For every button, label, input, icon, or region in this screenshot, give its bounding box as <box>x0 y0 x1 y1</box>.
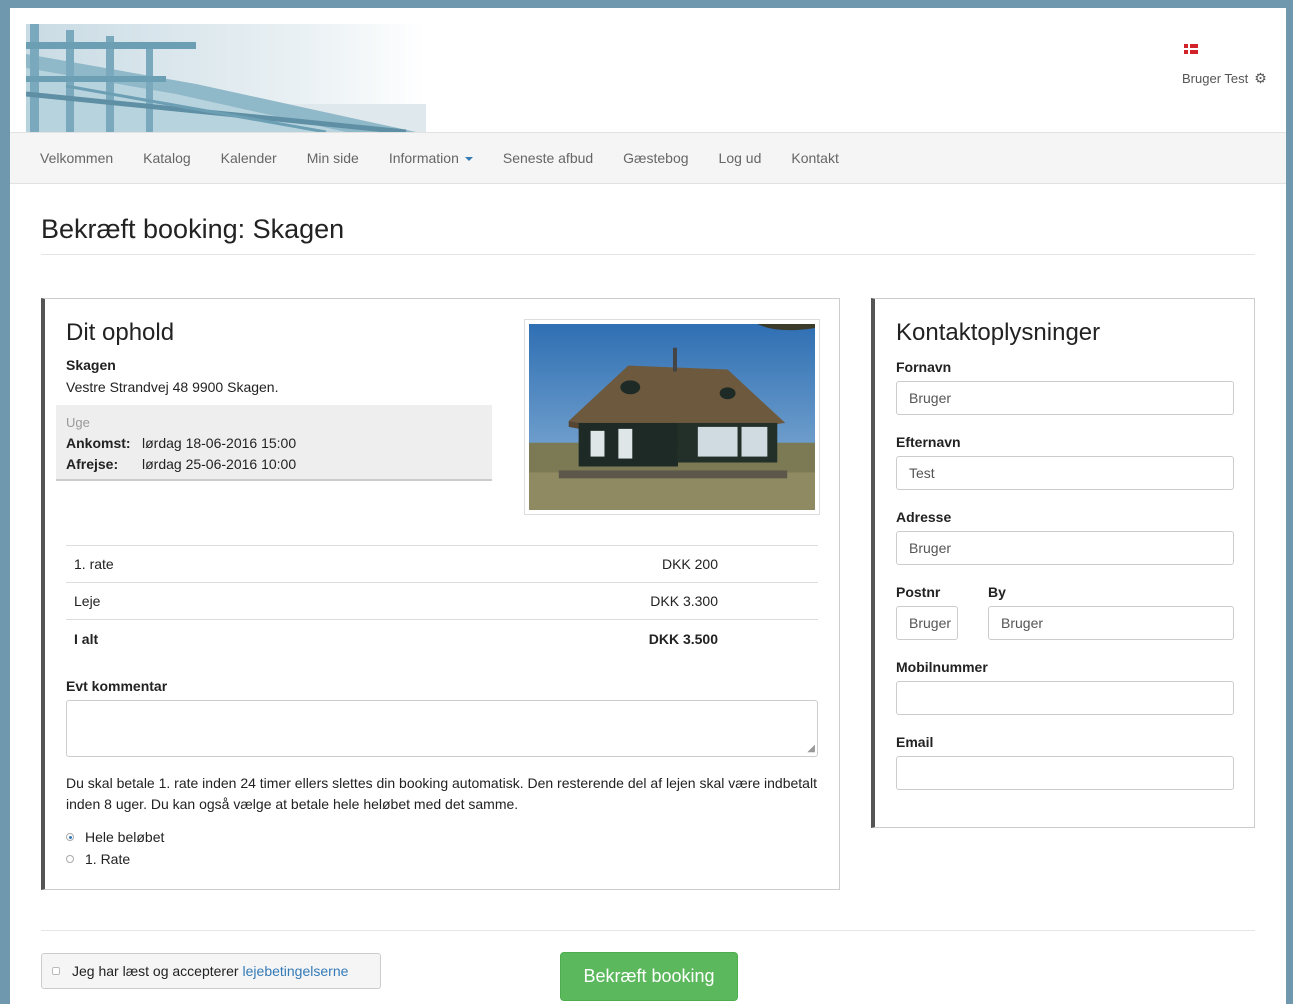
zip-input[interactable]: Bruger <box>896 606 958 640</box>
terms-text: Jeg har læst og accepterer <box>72 963 239 979</box>
nav-item-kontakt[interactable]: Kontakt <box>776 150 853 166</box>
price-row-rate: 1. rate DKK 200 <box>66 546 818 583</box>
site-header: Bruger Test ⚙ <box>10 8 1286 132</box>
arrival-row: Ankomst: lørdag 18-06-2016 15:00 <box>66 435 296 451</box>
user-name: Bruger Test <box>1182 71 1249 86</box>
nav-item-log-ud[interactable]: Log ud <box>704 150 777 166</box>
email-label: Email <box>896 734 934 750</box>
page-frame: Bruger Test ⚙ Velkommen Katalog Kalender… <box>10 8 1286 1004</box>
stay-panel: Dit ophold Skagen Vestre Strandvej 48 99… <box>41 298 840 890</box>
comment-textarea[interactable]: ◢ <box>66 700 818 757</box>
departure-value: lørdag 25-06-2016 10:00 <box>142 456 297 472</box>
nav-item-seneste-afbud[interactable]: Seneste afbud <box>488 150 608 166</box>
radio-full[interactable] <box>66 833 74 841</box>
main-navbar: Velkommen Katalog Kalender Min side Info… <box>10 132 1286 184</box>
first-name-label: Fornavn <box>896 359 952 375</box>
price-label: Leje <box>74 593 101 609</box>
address-label: Adresse <box>896 509 952 525</box>
terms-checkbox[interactable] <box>52 967 60 975</box>
user-menu[interactable]: Bruger Test ⚙ <box>1182 70 1267 87</box>
first-name-input[interactable]: Bruger <box>896 381 1234 415</box>
email-input[interactable] <box>896 756 1234 790</box>
zip-label: Postnr <box>896 584 941 600</box>
price-row-rent: Leje DKK 3.300 <box>66 583 818 620</box>
house-illustration <box>529 324 815 510</box>
nav-item-gaestebog[interactable]: Gæstebog <box>608 150 703 166</box>
terms-checkbox-row[interactable]: Jeg har læst og accepterer lejebetingels… <box>41 953 381 989</box>
property-address: Vestre Strandvej 48 9900 Skagen. <box>66 379 279 395</box>
contact-heading: Kontaktoplysninger <box>896 319 1101 346</box>
departure-label: Afrejse: <box>66 456 119 472</box>
price-label: I alt <box>74 630 99 647</box>
nav-item-information[interactable]: Information <box>374 150 488 166</box>
title-divider <box>41 254 1255 255</box>
price-row-total: I alt DKK 3.500 <box>66 620 818 657</box>
denmark-flag-icon[interactable] <box>1184 44 1198 54</box>
period-label: Uge <box>66 415 90 430</box>
resize-grip-icon[interactable]: ◢ <box>807 743 815 754</box>
caret-down-icon <box>464 157 473 162</box>
nav-item-kalender[interactable]: Kalender <box>206 150 292 166</box>
nav-item-information-label: Information <box>388 150 459 166</box>
price-amount: DKK 3.300 <box>650 593 718 609</box>
nav-item-velkommen[interactable]: Velkommen <box>25 150 128 166</box>
price-amount: DKK 3.500 <box>648 630 718 647</box>
arrival-value: lørdag 18-06-2016 15:00 <box>142 435 297 451</box>
price-amount: DKK 200 <box>661 556 718 572</box>
property-photo <box>524 319 820 515</box>
gear-icon[interactable]: ⚙ <box>1254 70 1267 87</box>
radio-option-full[interactable]: Hele beløbet <box>66 829 164 845</box>
contact-panel: Kontaktoplysninger Fornavn Bruger Eftern… <box>871 298 1255 828</box>
price-table: 1. rate DKK 200 Leje DKK 3.300 I alt DKK… <box>66 545 818 657</box>
price-label: 1. rate <box>74 556 114 572</box>
city-label: By <box>988 584 1006 600</box>
nav-item-katalog[interactable]: Katalog <box>128 150 205 166</box>
last-name-input[interactable]: Test <box>896 456 1234 490</box>
arrival-label: Ankomst: <box>66 435 131 451</box>
radio-rate[interactable] <box>66 855 74 863</box>
radio-option-rate[interactable]: 1. Rate <box>66 851 130 867</box>
nav-item-min-side[interactable]: Min side <box>292 150 374 166</box>
mobile-input[interactable] <box>896 681 1234 715</box>
footer-divider <box>41 930 1255 931</box>
page-title: Bekræft booking: Skagen <box>41 214 345 244</box>
stay-heading: Dit ophold <box>66 319 175 346</box>
radio-rate-label: 1. Rate <box>85 851 131 867</box>
confirm-booking-button[interactable]: Bekræft booking <box>560 952 738 1001</box>
last-name-label: Efternavn <box>896 434 961 450</box>
terms-link[interactable]: lejebetingelserne <box>243 963 349 979</box>
comment-label: Evt kommentar <box>66 678 168 694</box>
address-input[interactable]: Bruger <box>896 531 1234 565</box>
mobile-label: Mobilnummer <box>896 659 988 675</box>
radio-full-label: Hele beløbet <box>85 829 165 845</box>
departure-row: Afrejse: lørdag 25-06-2016 10:00 <box>66 456 296 472</box>
site-banner <box>26 24 426 132</box>
dates-box: Uge Ankomst: lørdag 18-06-2016 15:00 Afre… <box>56 405 492 481</box>
property-name: Skagen <box>66 357 116 373</box>
city-input[interactable]: Bruger <box>988 606 1234 640</box>
payment-info: Du skal betale 1. rate inden 24 timer el… <box>66 775 817 812</box>
